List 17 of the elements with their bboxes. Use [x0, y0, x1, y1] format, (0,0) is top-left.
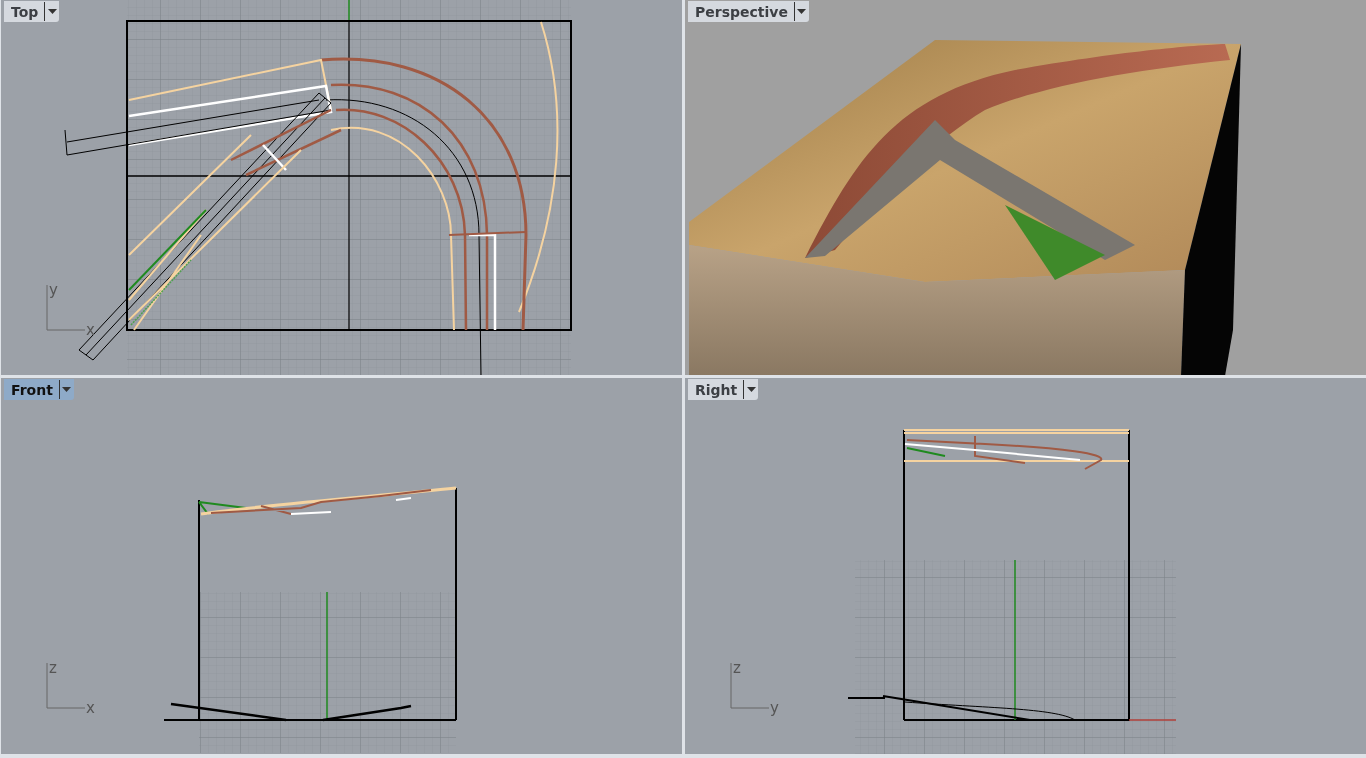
axis-label: x — [86, 321, 95, 339]
axis-icon — [730, 662, 770, 709]
viewport-tab[interactable]: Right — [688, 379, 759, 400]
axis-label: x — [86, 699, 95, 717]
dropdown-caret-icon[interactable] — [746, 387, 756, 392]
dropdown-caret-icon[interactable] — [797, 9, 807, 14]
axis-label: z — [49, 659, 57, 677]
viewport-tab[interactable]: Perspective — [688, 1, 809, 22]
axis-icon — [46, 284, 86, 331]
axis-label: y — [770, 699, 779, 717]
axis-icon — [46, 662, 86, 709]
dropdown-caret-icon[interactable] — [47, 9, 57, 14]
viewport-tab[interactable]: Top — [4, 1, 60, 22]
axis-label: y — [49, 281, 58, 299]
dropdown-caret-icon[interactable] — [62, 387, 72, 392]
viewport-tab[interactable]: Front — [4, 379, 74, 400]
axis-label: z — [733, 659, 741, 677]
